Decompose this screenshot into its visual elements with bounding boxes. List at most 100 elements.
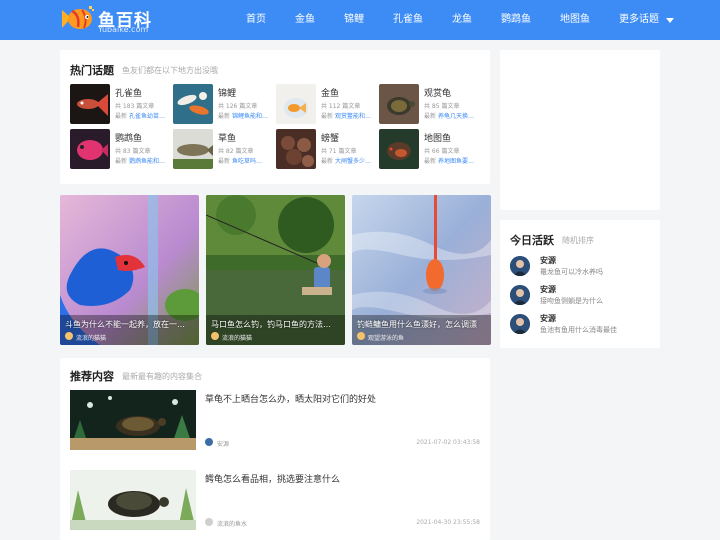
active-user-name[interactable]: 安源: [540, 284, 556, 295]
hot-topics-subtitle: 鱼友们都在以下地方出没哦: [122, 66, 218, 75]
latest-label: 最新: [424, 113, 437, 120]
topic-latest-link[interactable]: 锦鲤鱼能和…: [232, 113, 268, 120]
author-avatar: [357, 332, 365, 340]
feature-author[interactable]: 流浪的猫猫: [222, 333, 252, 342]
recommend-time: 2021-04-30 23:55:58: [416, 519, 480, 526]
topic-latest-link[interactable]: 鱼吃草吗…: [232, 158, 262, 165]
active-user-post[interactable]: 鼍龙鱼可以冷水养吗: [540, 267, 603, 277]
active-user-post[interactable]: 接吻鱼侧躺是为什么: [540, 296, 603, 306]
recommend-subtitle: 最新最有趣的内容集合: [122, 372, 202, 381]
feature-title[interactable]: 斗鱼为什么不能一起养，放在一…: [65, 319, 197, 330]
nav-item-parrotfish[interactable]: 鹦鹉鱼: [491, 0, 541, 40]
latest-label: 最新: [115, 158, 128, 165]
avatar[interactable]: [205, 518, 213, 526]
active-user-item[interactable]: 安源 接吻鱼侧躺是为什么: [510, 283, 655, 309]
topic-item[interactable]: 孔雀鱼 共 183 篇文章 最新 孔雀鱼幼苗…: [70, 84, 170, 126]
active-user-post[interactable]: 鱼池有鱼用什么消毒最佳: [540, 325, 617, 335]
topic-count: 共 183 篇文章: [115, 103, 155, 110]
topic-name[interactable]: 草鱼: [218, 131, 236, 144]
topic-image-oscar[interactable]: [379, 129, 419, 169]
author-avatar: [65, 332, 73, 340]
topic-image-crab[interactable]: [276, 129, 316, 169]
nav-item-goldfish[interactable]: 金鱼: [285, 0, 325, 40]
topic-item[interactable]: 螃蟹 共 71 篇文章 最新 大闸蟹多少…: [276, 129, 376, 171]
site-logo[interactable]: 鱼百科 Yubaike.com: [58, 4, 158, 36]
nav-item-arowana[interactable]: 龙鱼: [442, 0, 482, 40]
recommend-author[interactable]: 流浪的鱼水: [217, 519, 247, 528]
nav-item-home[interactable]: 首页: [236, 0, 276, 40]
topic-item[interactable]: 草鱼 共 82 篇文章 最新 鱼吃草吗…: [173, 129, 273, 171]
topic-name[interactable]: 锦鲤: [218, 86, 236, 99]
side-ad-area: [500, 50, 660, 210]
topic-image-parrotfish[interactable]: [70, 129, 110, 169]
recommend-image-snapping-turtle[interactable]: [70, 470, 196, 530]
recommend-author[interactable]: 安源: [217, 439, 229, 448]
recommend-card: 推荐内容 最新最有趣的内容集合 草龟不上晒台怎么办，晒太阳对它们的好处 安源 2…: [60, 358, 490, 540]
feature-title[interactable]: 钓鲢鳙鱼用什么鱼漂好，怎么调漂: [357, 319, 489, 330]
feature-card[interactable]: 马口鱼怎么钓，钓马口鱼的方法… 流浪的猫猫: [206, 195, 345, 345]
nav-item-guppy[interactable]: 孔雀鱼: [383, 0, 433, 40]
topic-count: 共 112 篇文章: [321, 103, 361, 110]
topic-count: 共 85 篇文章: [424, 103, 460, 110]
topic-latest-link[interactable]: 观赏鳖能和…: [335, 113, 371, 120]
topic-latest-link[interactable]: 孔雀鱼幼苗…: [129, 113, 165, 120]
topic-name[interactable]: 观赏龟: [424, 86, 451, 99]
topic-latest: 最新 鱼吃草吗…: [218, 156, 275, 165]
recommend-item[interactable]: 草龟不上晒台怎么办，晒太阳对它们的好处 安源 2021-07-02 03:43:…: [70, 390, 482, 460]
topic-count: 共 126 篇文章: [218, 103, 258, 110]
recommend-item-title[interactable]: 草龟不上晒台怎么办，晒太阳对它们的好处: [205, 392, 376, 405]
nav-more-label: 更多话题: [619, 14, 659, 25]
feature-card[interactable]: 斗鱼为什么不能一起养，放在一… 流浪的猫猫: [60, 195, 199, 345]
nav-more-topics[interactable]: 更多话题: [609, 0, 684, 40]
topic-item[interactable]: 鹦鹉鱼 共 83 篇文章 最新 鹦鹉鱼能和…: [70, 129, 170, 171]
topic-image-grasscarp[interactable]: [173, 129, 213, 169]
topic-latest: 最新 养地图鱼要…: [424, 156, 481, 165]
topic-name[interactable]: 螃蟹: [321, 131, 339, 144]
topic-image-turtle[interactable]: [379, 84, 419, 124]
site-header: 鱼百科 Yubaike.com 首页 金鱼 锦鲤 孔雀鱼 龙鱼 鹦鹉鱼 地图鱼 …: [0, 0, 720, 40]
nav-item-oscar[interactable]: 地图鱼: [550, 0, 600, 40]
feature-card[interactable]: 钓鲢鳙鱼用什么鱼漂好，怎么调漂 观望游泳的鱼: [352, 195, 491, 345]
topic-latest: 最新 观赏鳖能和…: [321, 111, 378, 120]
recommend-title: 推荐内容: [70, 370, 114, 383]
recommend-image-turtle-basking[interactable]: [70, 390, 196, 450]
topic-name[interactable]: 孔雀鱼: [115, 86, 142, 99]
avatar[interactable]: [510, 285, 530, 305]
topic-item[interactable]: 金鱼 共 112 篇文章 最新 观赏鳖能和…: [276, 84, 376, 126]
topic-name[interactable]: 鹦鹉鱼: [115, 131, 142, 144]
topic-latest-link[interactable]: 养地图鱼要…: [438, 158, 474, 165]
avatar[interactable]: [510, 314, 530, 334]
topic-name[interactable]: 地图鱼: [424, 131, 451, 144]
topic-latest-link[interactable]: 鹦鹉鱼能和…: [129, 158, 165, 165]
active-user-item[interactable]: 安源 鼍龙鱼可以冷水养吗: [510, 254, 655, 280]
feature-author[interactable]: 流浪的猫猫: [76, 333, 106, 342]
active-user-name[interactable]: 安源: [540, 313, 556, 324]
hot-topics-title: 热门话题: [70, 64, 114, 77]
feature-title[interactable]: 马口鱼怎么钓，钓马口鱼的方法…: [211, 319, 343, 330]
main-nav: 首页 金鱼 锦鲤 孔雀鱼 龙鱼 鹦鹉鱼 地图鱼 更多话题: [236, 0, 693, 40]
topic-latest: 最新 孔雀鱼幼苗…: [115, 111, 172, 120]
recommend-item-title[interactable]: 鳄龟怎么看品相，挑选要注意什么: [205, 472, 340, 485]
nav-item-koi[interactable]: 锦鲤: [334, 0, 374, 40]
topic-latest-link[interactable]: 养龟几天换…: [438, 113, 474, 120]
topic-item[interactable]: 锦鲤 共 126 篇文章 最新 锦鲤鱼能和…: [173, 84, 273, 126]
topic-latest: 最新 鹦鹉鱼能和…: [115, 156, 172, 165]
topic-image-goldfish[interactable]: [276, 84, 316, 124]
topic-count: 共 82 篇文章: [218, 148, 254, 155]
topic-latest-link[interactable]: 大闸蟹多少…: [335, 158, 371, 165]
chevron-down-icon: [666, 17, 674, 23]
avatar[interactable]: [510, 256, 530, 276]
recommend-item[interactable]: 鳄龟怎么看品相，挑选要注意什么 流浪的鱼水 2021-04-30 23:55:5…: [70, 470, 482, 540]
topic-name[interactable]: 金鱼: [321, 86, 339, 99]
active-user-item[interactable]: 安源 鱼池有鱼用什么消毒最佳: [510, 312, 655, 338]
latest-label: 最新: [218, 158, 231, 165]
topic-item[interactable]: 地图鱼 共 66 篇文章 最新 养地图鱼要…: [379, 129, 479, 171]
topic-item[interactable]: 观赏龟 共 85 篇文章 最新 养龟几天换…: [379, 84, 479, 126]
active-user-name[interactable]: 安源: [540, 255, 556, 266]
feature-author[interactable]: 观望游泳的鱼: [368, 333, 404, 342]
today-active-card: 今日活跃 随机排序 安源 鼍龙鱼可以冷水养吗 安源 接吻鱼侧躺是为什么 安源 鱼…: [500, 220, 660, 348]
topic-image-guppy[interactable]: [70, 84, 110, 124]
avatar[interactable]: [205, 438, 213, 446]
recommend-time: 2021-07-02 03:43:58: [416, 439, 480, 446]
topic-image-koi[interactable]: [173, 84, 213, 124]
